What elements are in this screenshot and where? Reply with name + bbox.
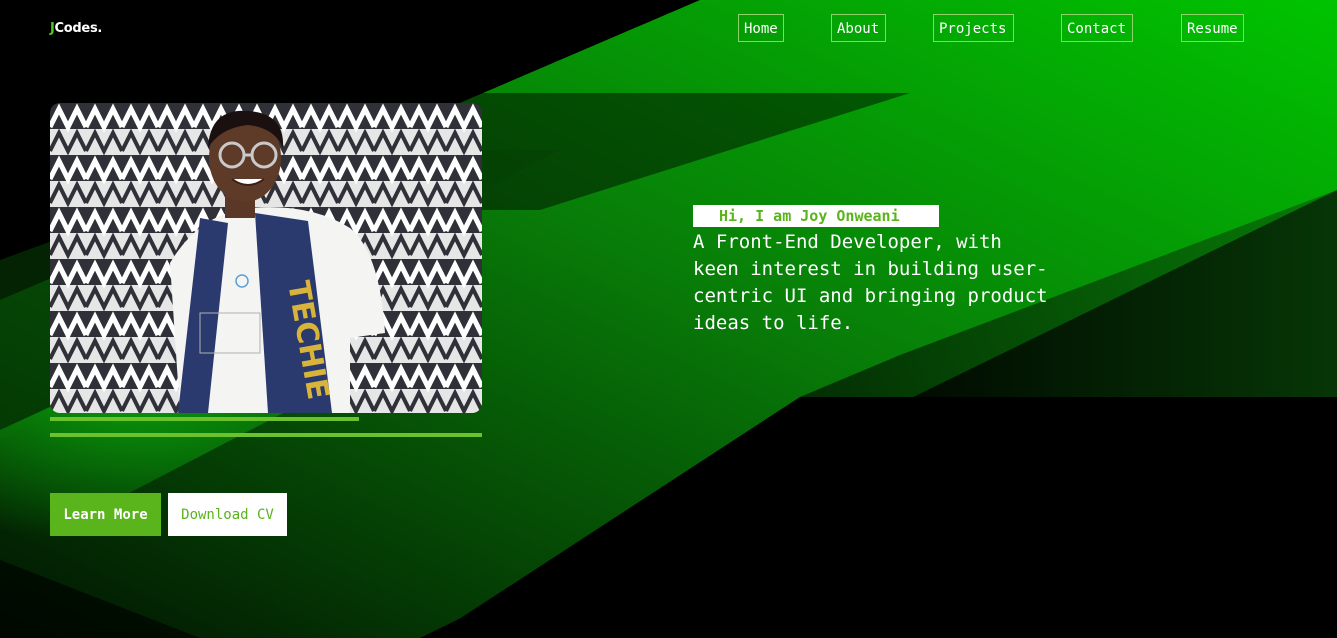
hero-tagline: A Front-End Developer, with keen interes…	[693, 231, 1048, 334]
nav-contact[interactable]: Contact	[1061, 14, 1133, 42]
nav-resume[interactable]: Resume	[1181, 14, 1244, 42]
logo[interactable]: JCodes.	[50, 21, 102, 36]
logo-text: Codes.	[54, 21, 103, 36]
learn-more-button[interactable]: Learn More	[50, 493, 161, 536]
progress-bar-short	[50, 417, 359, 421]
download-cv-button[interactable]: Download CV	[168, 493, 287, 536]
nav-about[interactable]: About	[831, 14, 886, 42]
profile-photo-image: TECHIE	[50, 103, 482, 413]
nav-home[interactable]: Home	[738, 14, 784, 42]
progress-bar-long	[50, 433, 482, 437]
nav-projects[interactable]: Projects	[933, 14, 1014, 42]
greeting-badge: Hi, I am Joy Onweani	[693, 205, 939, 227]
profile-photo: TECHIE	[50, 103, 482, 413]
